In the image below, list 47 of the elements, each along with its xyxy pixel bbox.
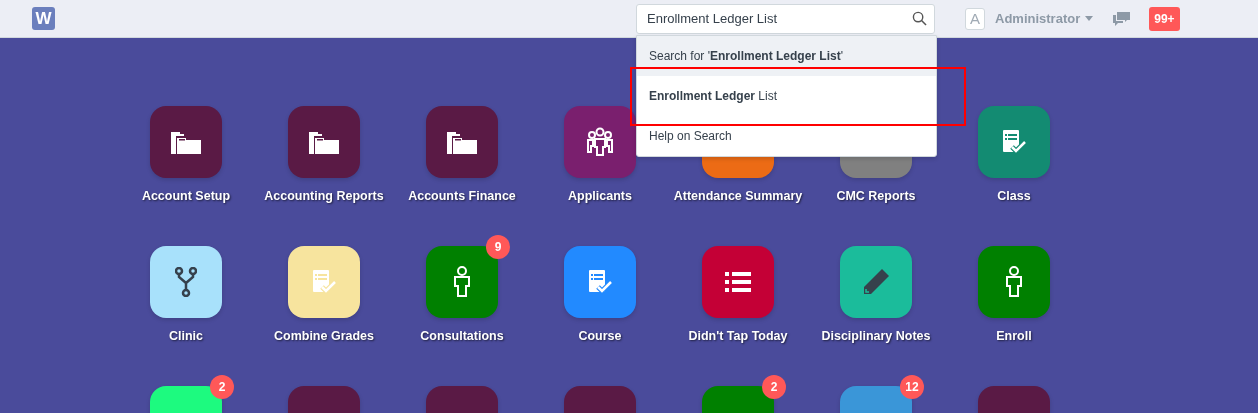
module-tile[interactable] [564, 106, 636, 178]
dropdown-item[interactable]: Enrollment Ledger List [637, 76, 936, 116]
module-label[interactable]: Account Setup [141, 189, 231, 203]
checklist-icon [311, 269, 337, 295]
module-label[interactable]: Enroll [996, 329, 1032, 343]
pencil-icon [862, 268, 890, 296]
module-label[interactable]: Course [578, 329, 622, 343]
module-label[interactable]: Class [997, 189, 1031, 203]
module-label[interactable]: Consultations [420, 329, 504, 343]
count-badge: 9 [486, 235, 510, 259]
dropdown-item[interactable]: Help on Search [637, 116, 936, 156]
folder-icon [447, 129, 477, 155]
module-tile[interactable] [978, 106, 1050, 178]
group-icon [585, 127, 615, 157]
module-label[interactable]: Combine Grades [274, 329, 374, 343]
module-tile[interactable] [426, 106, 498, 178]
module-tile[interactable] [978, 246, 1050, 318]
module-label[interactable]: Clinic [168, 329, 203, 343]
module-tile[interactable] [288, 106, 360, 178]
module-label[interactable]: Disciplinary Notes [821, 329, 931, 343]
count-badge: 2 [210, 375, 234, 399]
folder-icon [309, 129, 339, 155]
search-field[interactable]: Enrollment Ledger List [636, 3, 935, 34]
module-tile[interactable] [150, 106, 222, 178]
module-label[interactable]: Applicants [568, 189, 632, 203]
module-tile[interactable] [564, 246, 636, 318]
module-tile[interactable] [288, 246, 360, 318]
person-icon [1005, 266, 1023, 298]
folder-icon [171, 129, 201, 155]
search-icon[interactable] [912, 10, 927, 26]
module-label[interactable]: CMC Reports [836, 189, 916, 203]
module-tile[interactable] [702, 246, 774, 318]
count-badge: 12 [900, 375, 924, 399]
app-logo[interactable]: W [32, 7, 55, 30]
list-icon [725, 272, 751, 292]
dropdown-item[interactable]: Search for 'Enrollment Ledger List' [637, 36, 936, 76]
fork-icon [175, 267, 197, 297]
module-label[interactable]: Attendance Summary [673, 189, 803, 203]
module-label[interactable]: Didn't Tap Today [688, 329, 788, 343]
count-badge: 2 [762, 375, 786, 399]
person-icon [453, 266, 471, 298]
module-tile[interactable] [840, 246, 912, 318]
module-label[interactable]: Accounting Reports [264, 189, 384, 203]
module-label[interactable]: Accounts Finance [408, 189, 516, 203]
checklist-icon [1001, 129, 1027, 155]
module-tile[interactable] [150, 246, 222, 318]
checklist-icon [587, 269, 613, 295]
